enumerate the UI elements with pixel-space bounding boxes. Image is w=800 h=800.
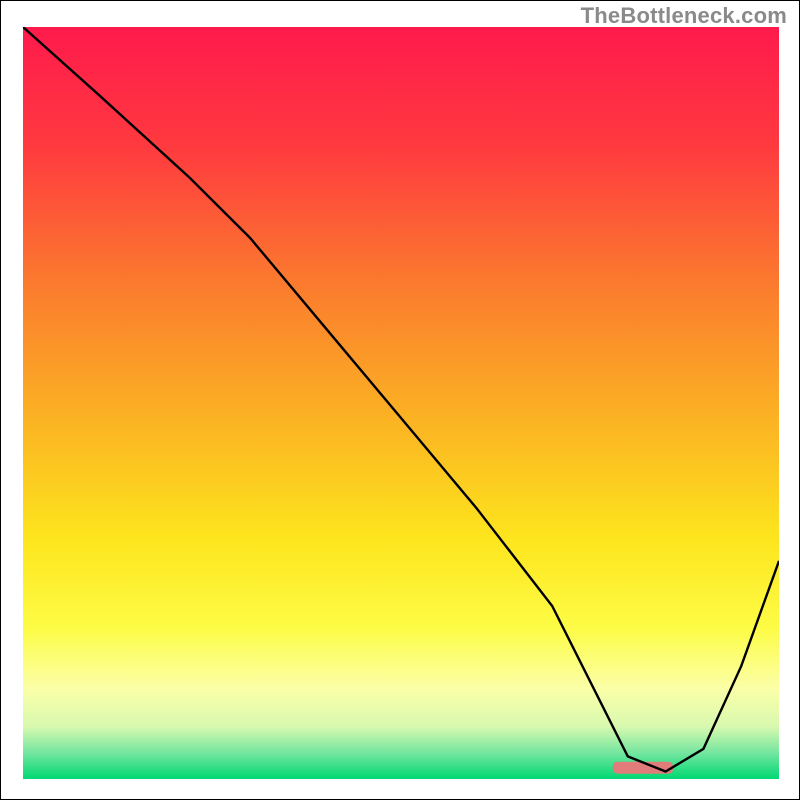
gradient-background xyxy=(23,27,779,779)
plot-area xyxy=(23,27,779,779)
watermark-text: TheBottleneck.com xyxy=(581,3,787,29)
chart-frame: TheBottleneck.com xyxy=(0,0,800,800)
chart-svg xyxy=(23,27,779,779)
